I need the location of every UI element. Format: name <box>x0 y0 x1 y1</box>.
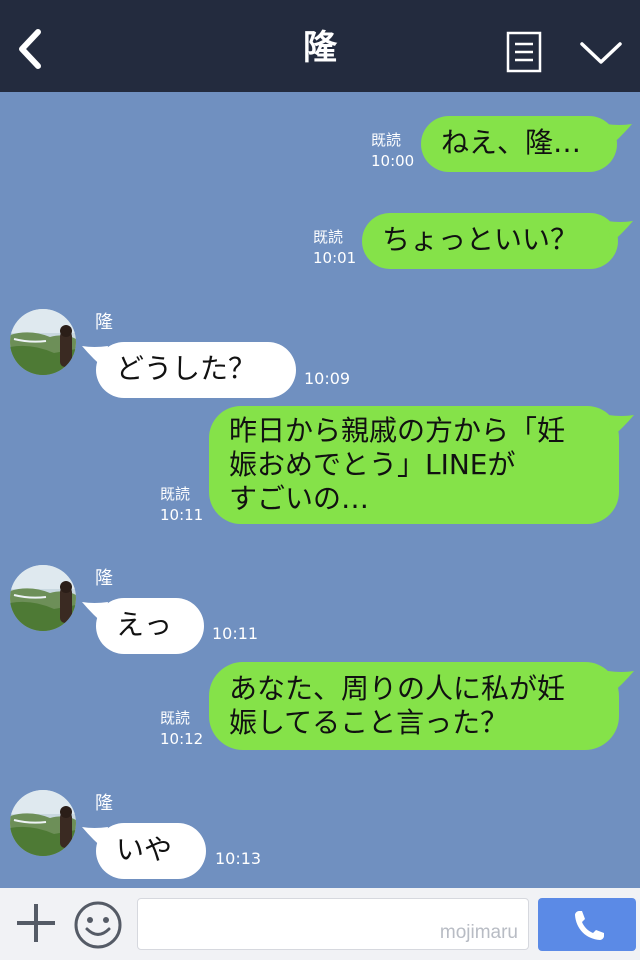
input-bar: mojimaru <box>0 888 640 960</box>
message-bubble-sent[interactable]: ちょっといい？ <box>362 213 618 269</box>
message-bubble-received[interactable]: いや <box>96 823 206 879</box>
bubble-tail <box>608 671 634 693</box>
message-time: 10:01 <box>313 249 357 267</box>
message-input[interactable]: mojimaru <box>137 898 529 950</box>
bubble-tail <box>607 221 633 243</box>
notes-icon[interactable] <box>506 31 542 73</box>
avatar[interactable] <box>10 790 76 856</box>
message-bubble-sent[interactable]: 昨日から親戚の方から「妊 娠おめでとう」LINEが すごいの… <box>209 406 619 524</box>
message-meta: 既読 10:12 <box>160 708 203 750</box>
emoji-icon[interactable] <box>73 900 123 950</box>
message-bubble-sent[interactable]: あなた、周りの人に私が妊 娠してること言った？ <box>209 662 619 750</box>
message-line: あなた、周りの人に私が妊 <box>229 672 566 705</box>
message-bubble-received[interactable]: どうした？ <box>96 342 296 398</box>
message-time: 10:11 <box>212 624 259 643</box>
message-bubble-sent[interactable]: ねえ、隆… <box>421 116 617 172</box>
chat-header: 隆 <box>0 0 640 92</box>
message-time: 10:13 <box>215 849 262 868</box>
bubble-tail <box>608 415 634 437</box>
chat-title: 隆 <box>303 28 337 68</box>
chat-area[interactable]: 既読 10:00 ねえ、隆… 既読 10:01 ちょっといい？ 隆 どうした？ … <box>0 92 640 888</box>
read-receipt: 既読 <box>371 131 402 149</box>
watermark-text: mojimaru <box>439 922 518 943</box>
plus-icon[interactable] <box>14 901 58 945</box>
message-time: 10:11 <box>160 506 204 524</box>
message-line: すごいの… <box>229 482 370 515</box>
sender-name: 隆 <box>95 793 113 814</box>
message-bubble-received[interactable]: えっ <box>96 598 204 654</box>
chevron-down-icon[interactable] <box>578 38 624 68</box>
message-meta: 既読 10:01 <box>313 227 356 269</box>
avatar[interactable] <box>10 565 76 631</box>
message-line: 娠おめでとう」LINEが <box>229 448 516 481</box>
sender-name: 隆 <box>95 312 113 333</box>
bubble-tail <box>606 124 632 146</box>
sender-name: 隆 <box>95 568 113 589</box>
call-button[interactable] <box>538 898 636 951</box>
message-time: 10:12 <box>160 730 204 748</box>
message-meta: 既読 10:00 <box>371 130 414 172</box>
read-receipt: 既読 <box>160 485 191 503</box>
read-receipt: 既読 <box>313 228 344 246</box>
message-time: 10:09 <box>304 369 351 388</box>
message-line: 娠してること言った？ <box>229 706 509 739</box>
read-receipt: 既読 <box>160 709 191 727</box>
avatar[interactable] <box>10 309 76 375</box>
message-time: 10:00 <box>371 152 415 170</box>
message-meta: 既読 10:11 <box>160 484 203 526</box>
phone-icon <box>575 911 604 940</box>
message-line: 昨日から親戚の方から「妊 <box>229 414 566 447</box>
